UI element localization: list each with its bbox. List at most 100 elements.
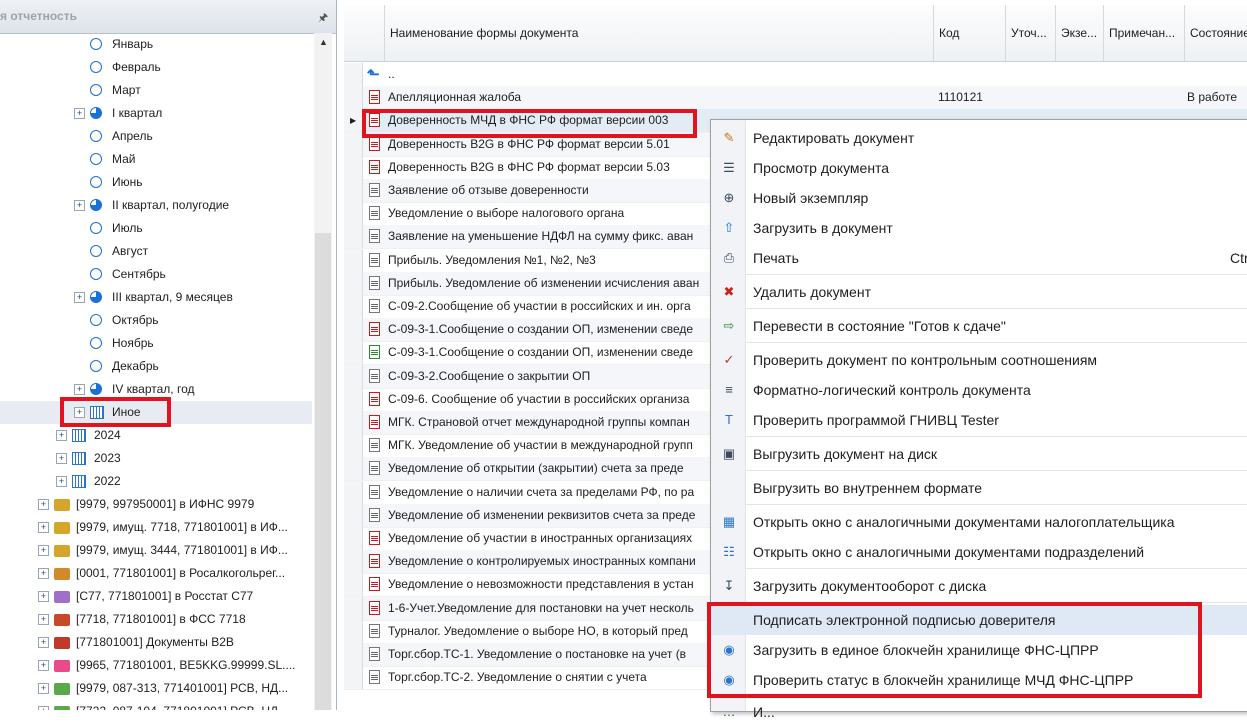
menu-item[interactable]: ↧ Загрузить документооборот с диска [711,571,1247,601]
row-selector[interactable] [344,295,363,318]
expand-icon[interactable]: + [38,660,49,671]
row-selector[interactable] [344,272,363,295]
menu-item[interactable]: … И... [711,697,1247,727]
row-selector[interactable] [344,202,363,225]
tree-item[interactable]: Май [0,148,314,171]
expand-icon[interactable]: + [38,591,49,602]
tree-item[interactable]: + [7718, 771801001] в ФСС 7718 [0,608,314,631]
row-selector[interactable] [344,527,363,550]
menu-item[interactable]: ☰ Просмотр документа [711,153,1247,183]
tree-item[interactable]: +2023 [0,447,314,470]
menu-item[interactable]: ⇧ Загрузить в документ [711,213,1247,243]
grid-row[interactable]: Апелляционная жалоба 1110121 В работе [344,86,1247,110]
column-header-code[interactable]: Код [933,5,1005,61]
tree-item[interactable]: + [771801001] Документы B2B [0,631,314,654]
tree-item[interactable]: Февраль [0,56,314,79]
column-header-correction[interactable]: Уточ... [1005,5,1055,61]
tree-item[interactable]: +2024 [0,424,314,447]
tree-item[interactable]: + III квартал, 9 месяцев [0,286,314,309]
tree-item[interactable]: + [7722, 087-104, 771801001] РСВ, НД... [0,700,314,710]
menu-item[interactable]: T Проверить программой ГНИВЦ Tester [711,405,1247,435]
row-selector[interactable] [344,457,363,480]
row-selector[interactable] [344,434,363,457]
expand-icon[interactable]: + [74,292,85,303]
tree-item[interactable]: + [9979, 997950001] в ИФНС 9979 [0,493,314,516]
expand-icon[interactable]: + [38,545,49,556]
row-selector[interactable] [344,411,363,434]
tree-item[interactable]: + II квартал, полугодие [0,194,314,217]
row-selector[interactable]: ▶ [344,109,363,132]
row-selector[interactable] [344,133,363,156]
menu-item[interactable]: ⇨ Перевести в состояние "Готов к сдаче" [711,311,1247,341]
row-selector[interactable] [344,179,363,202]
column-header-copy[interactable]: Экзе... [1055,5,1103,61]
row-selector[interactable] [344,365,363,388]
expand-icon[interactable]: + [74,384,85,395]
row-selector[interactable] [344,643,363,666]
menu-item[interactable]: ✖ Удалить документ [711,277,1247,307]
expand-icon[interactable]: + [56,476,67,487]
tree-item[interactable]: +2022 [0,470,314,493]
column-header-name[interactable]: Наименование формы документа [384,5,933,61]
row-selector[interactable] [344,318,363,341]
row-selector[interactable] [344,388,363,411]
tree-item[interactable]: + [С77, 771801001] в Росстат С77 [0,585,314,608]
menu-item[interactable]: ≡ Форматно-логический контроль документа [711,375,1247,405]
row-selector[interactable] [344,504,363,527]
row-selector[interactable] [344,620,363,643]
row-selector[interactable] [344,249,363,272]
row-selector[interactable] [344,86,363,109]
tree-item[interactable]: Июль [0,217,314,240]
grid-row[interactable]: ⬑.. [344,63,1247,87]
tree-item[interactable]: Апрель [0,125,314,148]
menu-item[interactable]: Выгрузить во внутреннем формате [711,473,1247,503]
expand-icon[interactable]: + [38,522,49,533]
tree-item[interactable]: + [9979, имущ. 7718, 771801001] в ИФ... [0,516,314,539]
tree-item[interactable]: + [9979, имущ. 3444, 771801001] в ИФ... [0,539,314,562]
scrollbar-thumb[interactable] [315,233,331,710]
tree-item[interactable]: Июнь [0,171,314,194]
row-selector[interactable] [344,550,363,573]
tree-item[interactable]: Сентябрь [0,263,314,286]
tree-item[interactable]: Январь [0,33,314,56]
menu-item[interactable]: ☷ Открыть окно с аналогичными документами… [711,537,1247,567]
row-selector[interactable] [344,573,363,596]
row-selector[interactable] [344,597,363,620]
expand-icon[interactable]: + [38,683,49,694]
column-header-state[interactable]: Состояние [1184,5,1247,61]
row-selector[interactable] [344,481,363,504]
expand-icon[interactable]: + [38,614,49,625]
menu-item[interactable]: ⎙ Печать Ctr [711,243,1247,273]
tree-scrollbar[interactable]: ▲ [314,33,332,710]
tree-item[interactable]: Декабрь [0,355,314,378]
row-selector[interactable] [344,341,363,364]
row-selector[interactable] [344,63,363,86]
row-selector[interactable] [344,666,363,689]
tree-item[interactable]: + I квартал [0,102,314,125]
tree-item[interactable]: Октябрь [0,309,314,332]
tree-item[interactable]: Август [0,240,314,263]
tree-item[interactable]: + [0001, 771801001] в Росалкогольрег... [0,562,314,585]
pin-icon[interactable]: 🖈 [318,9,328,28]
expand-icon[interactable]: + [38,637,49,648]
tree-item[interactable]: Ноябрь [0,332,314,355]
tree-item[interactable]: Март [0,79,314,102]
tree-item[interactable]: + [9979, 087-313, 771401001] РСВ, НД... [0,677,314,700]
expand-icon[interactable]: + [56,430,67,441]
tree-item[interactable]: + [9965, 771801001, BE5KKG.99999.SL.... [0,654,314,677]
row-selector[interactable] [344,225,363,248]
menu-item[interactable]: ▦ Открыть окно с аналогичными документами… [711,507,1247,537]
menu-item[interactable]: ⊕ Новый экземпляр [711,183,1247,213]
expand-icon[interactable]: + [74,200,85,211]
menu-item[interactable]: ▣ Выгрузить документ на диск [711,439,1247,469]
expand-icon[interactable]: + [38,499,49,510]
expand-icon[interactable]: + [38,706,49,710]
expand-icon[interactable]: + [38,568,49,579]
row-selector[interactable] [344,156,363,179]
scroll-up-icon[interactable]: ▲ [319,37,328,47]
expand-icon[interactable]: + [74,108,85,119]
column-header-note[interactable]: Примечан... [1103,5,1184,61]
menu-item[interactable]: ✓ Проверить документ по контрольным соотн… [711,345,1247,375]
expand-icon[interactable]: + [56,453,67,464]
menu-item[interactable]: ✎ Редактировать документ [711,123,1247,153]
